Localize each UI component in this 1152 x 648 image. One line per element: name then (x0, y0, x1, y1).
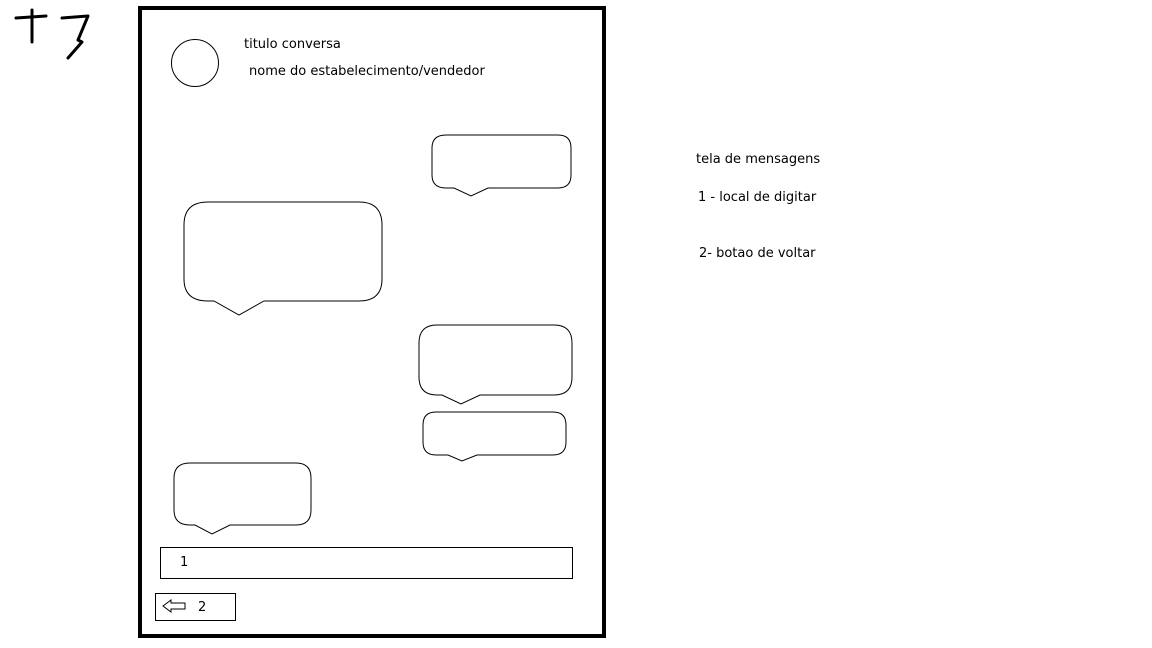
message-bubble-received (173, 462, 312, 535)
back-button-marker: 2 (198, 600, 207, 615)
back-arrow-icon (162, 599, 186, 613)
message-input[interactable]: 1 (160, 547, 573, 579)
legend-title: tela de mensagens (696, 152, 821, 167)
message-bubble-sent (418, 324, 573, 405)
message-bubble-sent (431, 134, 572, 197)
back-button[interactable]: 2 (155, 593, 236, 621)
legend-item: 2- botao de voltar (699, 246, 816, 261)
message-input-marker: 1 (180, 555, 189, 570)
message-bubble-sent (422, 411, 567, 462)
legend-item: 1 - local de digitar (698, 190, 817, 205)
message-bubble-received (183, 201, 383, 316)
